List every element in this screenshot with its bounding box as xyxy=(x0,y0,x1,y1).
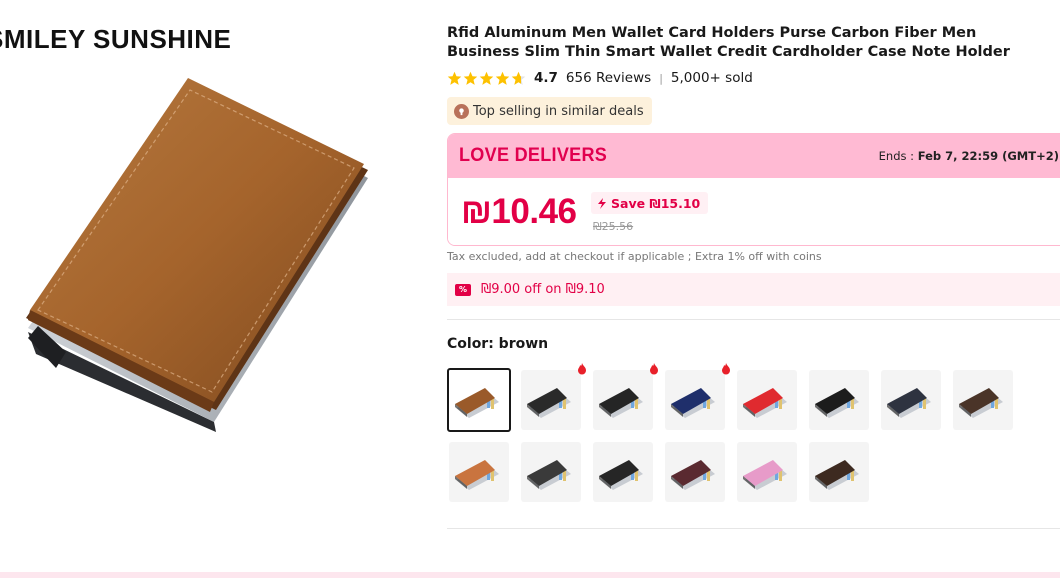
wallet-thumbnail-icon xyxy=(887,388,931,418)
star-icon xyxy=(447,71,462,85)
wallet-thumbnail-icon xyxy=(455,460,499,490)
color-option-carbon-black[interactable] xyxy=(521,363,586,430)
separator: | xyxy=(659,71,663,85)
coupon-banner[interactable]: % ₪9.00 off on ₪9.10 xyxy=(447,273,1060,306)
deal-body: ₪10.46 Save ₪15.10 ₪25.56 xyxy=(448,178,1060,245)
star-icon xyxy=(495,71,510,85)
wallet-thumbnail-icon xyxy=(599,460,643,490)
deal-box: LOVE DELIVERS Ends : Feb 7, 22:59 (GMT+2… xyxy=(447,133,1060,246)
color-option-pink[interactable] xyxy=(737,442,797,502)
tax-note: Tax excluded, add at checkout if applica… xyxy=(447,250,822,263)
color-option-black[interactable] xyxy=(809,370,869,430)
top-selling-text: Top selling in similar deals xyxy=(473,103,644,119)
old-price: ₪25.56 xyxy=(593,220,634,233)
color-option-brown[interactable] xyxy=(447,368,511,432)
deal-header: LOVE DELIVERS Ends : Feb 7, 22:59 (GMT+2… xyxy=(448,134,1060,178)
deal-ends: Ends : Feb 7, 22:59 (GMT+2) xyxy=(879,149,1059,163)
color-option-wine[interactable] xyxy=(665,442,725,502)
star-icon xyxy=(511,71,526,85)
wallet-thumbnail-icon xyxy=(599,388,643,418)
wallet-thumbnail-icon xyxy=(455,388,499,418)
wallet-thumbnail-icon xyxy=(815,388,859,418)
wallet-thumbnail-icon xyxy=(671,460,715,490)
color-option-dark-grey[interactable] xyxy=(881,370,941,430)
color-option-orange-brown[interactable] xyxy=(449,442,509,502)
reviews-link[interactable]: 656 Reviews xyxy=(566,70,651,86)
store-name[interactable]: SMILEY SUNSHINE xyxy=(0,24,231,55)
product-title: Rfid Aluminum Men Wallet Card Holders Pu… xyxy=(447,25,1010,60)
hot-flame-icon xyxy=(578,363,586,375)
deal-ends-label: Ends : xyxy=(878,149,915,163)
divider xyxy=(447,319,1060,320)
lightning-icon xyxy=(598,197,606,209)
color-option-coffee[interactable] xyxy=(953,370,1013,430)
sold-count: 5,000+ sold xyxy=(670,70,753,86)
rating-value: 4.7 xyxy=(534,70,558,86)
color-option-black-2[interactable] xyxy=(593,442,653,502)
color-option-carbon-black-2[interactable] xyxy=(593,363,658,430)
rating-row: 4.7 656 Reviews | 5,000+ sold xyxy=(447,69,753,87)
color-option-dark-brown[interactable] xyxy=(809,442,869,502)
star-icon xyxy=(479,71,494,85)
current-price: ₪10.46 xyxy=(461,192,577,231)
deal-ends-value: Feb 7, 22:59 (GMT+2) xyxy=(917,149,1059,163)
color-option-grey-black[interactable] xyxy=(521,442,581,502)
save-text: Save ₪15.10 xyxy=(611,195,701,211)
wallet-thumbnail-icon xyxy=(527,388,571,418)
divider xyxy=(447,528,1060,529)
trophy-icon xyxy=(454,103,469,119)
coupon-icon: % xyxy=(455,283,471,296)
coupon-text: ₪9.00 off on ₪9.10 xyxy=(481,282,605,297)
color-option-navy[interactable] xyxy=(665,363,730,430)
product-main-image[interactable] xyxy=(18,70,378,440)
wallet-thumbnail-icon xyxy=(527,460,571,490)
wallet-thumbnail-icon xyxy=(959,388,1003,418)
save-badge: Save ₪15.10 xyxy=(591,192,709,214)
bottom-strip xyxy=(0,572,1060,578)
wallet-thumbnail-icon xyxy=(743,388,787,418)
color-option-red[interactable] xyxy=(737,370,797,430)
wallet-thumbnail-icon xyxy=(671,388,715,418)
wallet-thumbnail-icon xyxy=(815,460,859,490)
hot-flame-icon xyxy=(722,363,730,375)
star-icon xyxy=(463,71,478,85)
color-label: Color: brown xyxy=(447,336,549,352)
rating-stars xyxy=(447,71,526,86)
wallet-thumbnail-icon xyxy=(743,460,787,490)
top-selling-badge: Top selling in similar deals xyxy=(447,97,652,125)
deal-title: LOVE DELIVERS xyxy=(459,145,608,166)
hot-flame-icon xyxy=(650,363,658,375)
